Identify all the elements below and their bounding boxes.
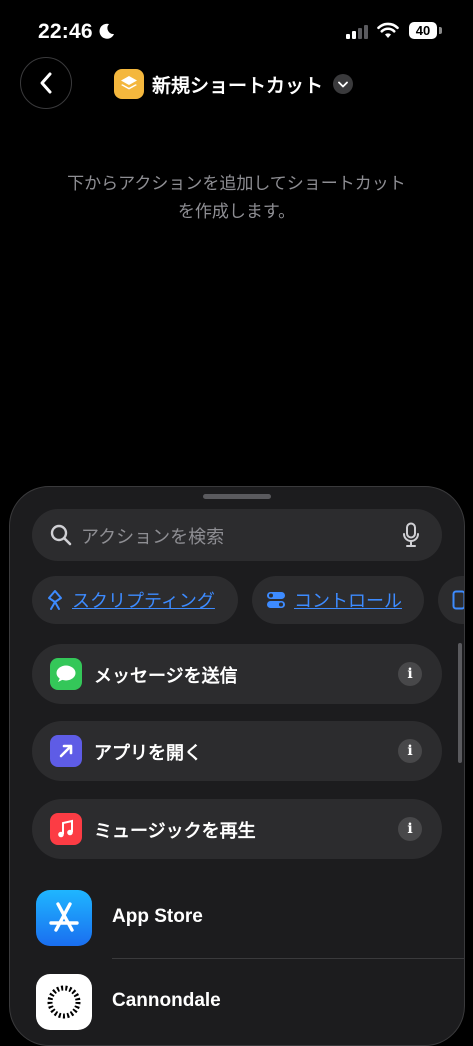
app-store-icon: [36, 890, 92, 946]
chip-controls-label: コントロール: [294, 591, 402, 611]
shortcut-title-menu[interactable]: 新規ショートカット: [114, 68, 354, 100]
phone-icon: [452, 590, 464, 610]
layers-icon: [121, 76, 137, 90]
wifi-icon: [377, 22, 399, 38]
action-row-send-message[interactable]: メッセージを送信 i: [32, 644, 442, 704]
chip-controls[interactable]: コントロール: [252, 576, 424, 624]
chip-scripting-label: スクリプティング: [72, 591, 215, 611]
info-icon[interactable]: i: [398, 739, 422, 763]
battery-tip: [439, 27, 442, 34]
shortcuts-app-icon: [114, 69, 144, 99]
moon-icon: [99, 23, 114, 39]
chip-scripting[interactable]: スクリプティング: [32, 576, 238, 624]
chevron-left-icon: [40, 72, 52, 94]
cellular-signal-icon: [346, 25, 368, 39]
clock: 22:46: [38, 20, 93, 43]
action-label: メッセージを送信: [94, 666, 238, 686]
app-name: Cannondale: [112, 990, 221, 1011]
divider: [112, 958, 464, 959]
hint-line-2: を作成します。: [177, 202, 296, 221]
action-sheet: アクションを検索 スクリプティング コントロール メッセージを送信 i アプリを…: [9, 486, 465, 1046]
cannondale-icon: [36, 974, 92, 1030]
music-note-icon: [50, 813, 82, 845]
action-label: ミュージックを再生: [94, 821, 256, 841]
messages-icon: [50, 658, 82, 690]
chip-device[interactable]: [438, 576, 464, 624]
info-icon[interactable]: i: [398, 817, 422, 841]
empty-state-hint: 下からアクションを追加してショートカット を作成します。: [30, 170, 443, 226]
chevron-down-icon[interactable]: [333, 74, 354, 94]
hint-line-1: 下からアクションを追加してショートカット: [67, 174, 406, 193]
action-label: アプリを開く: [94, 743, 202, 763]
back-button[interactable]: [20, 57, 72, 109]
search-field[interactable]: アクションを検索: [32, 509, 442, 561]
action-row-play-music[interactable]: ミュージックを再生 i: [32, 799, 442, 859]
app-row-cannondale[interactable]: Cannondale: [10, 974, 464, 1045]
sheet-grabber[interactable]: [203, 494, 271, 499]
scrollbar[interactable]: [458, 643, 462, 763]
status-bar: 22:46 40: [0, 0, 473, 60]
search-icon: [50, 524, 72, 546]
app-name: App Store: [112, 906, 203, 927]
battery-indicator: 40: [409, 22, 437, 39]
microphone-icon[interactable]: [402, 522, 420, 548]
search-placeholder: アクションを検索: [81, 527, 225, 547]
scripting-icon: [48, 590, 62, 610]
open-app-arrow-icon: [50, 735, 82, 767]
action-row-open-app[interactable]: アプリを開く i: [32, 721, 442, 781]
info-icon[interactable]: i: [398, 662, 422, 686]
page-title: 新規ショートカット: [152, 75, 324, 97]
toggle-icon: [267, 592, 285, 608]
